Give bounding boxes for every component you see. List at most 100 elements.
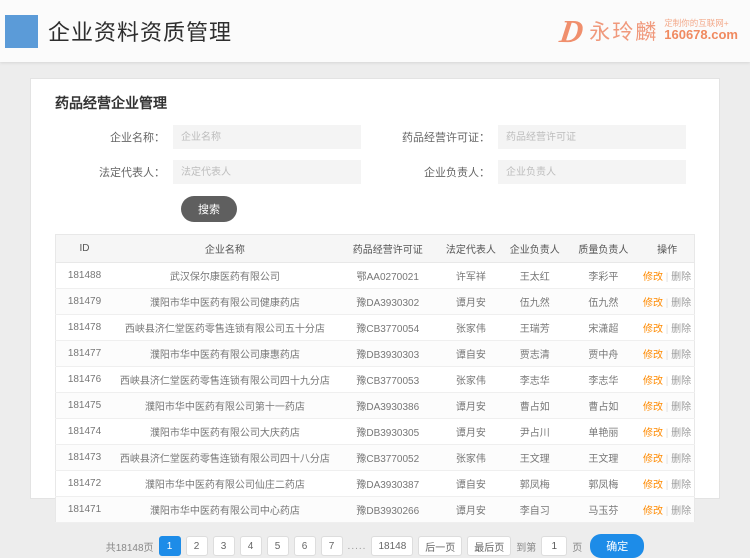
action-separator: | — [663, 298, 671, 309]
cell-quality: 宋潇超 — [567, 315, 640, 341]
cell-license: 豫DA3930302 — [337, 289, 439, 315]
edit-link[interactable]: 修改 — [643, 480, 663, 491]
field-license: 药品经营许可证： — [380, 125, 695, 149]
cell-name: 濮阳市华中医药有限公司大庆药店 — [113, 419, 337, 445]
cell-license: 豫DA3930387 — [337, 471, 439, 497]
column-header-4: 企业负责人 — [503, 235, 567, 263]
cell-id: 181477 — [56, 341, 114, 367]
page-button-1[interactable]: 1 — [159, 536, 181, 556]
delete-link[interactable]: 删除 — [671, 376, 691, 387]
cell-name: 濮阳市华中医药有限公司第十一药店 — [113, 393, 337, 419]
column-header-2: 药品经营许可证 — [337, 235, 439, 263]
delete-link[interactable]: 删除 — [671, 506, 691, 517]
delete-link[interactable]: 删除 — [671, 324, 691, 335]
page-button-3[interactable]: 3 — [213, 536, 235, 556]
brand-logo-icon: D — [558, 15, 586, 47]
goto-page-input[interactable] — [541, 536, 567, 556]
panel-title: 药品经营企业管理 — [55, 93, 695, 113]
manager-label: 企业负责人： — [380, 164, 498, 180]
cell-actions: 修改 | 删除 — [640, 263, 694, 289]
column-header-0: ID — [56, 235, 114, 263]
cell-legal_rep: 谭自安 — [439, 341, 503, 367]
cell-actions: 修改 | 删除 — [640, 341, 694, 367]
cell-manager: 曹占如 — [503, 393, 567, 419]
edit-link[interactable]: 修改 — [643, 454, 663, 465]
page-button-last-number[interactable]: 18148 — [371, 536, 413, 556]
cell-manager: 尹占川 — [503, 419, 567, 445]
cell-name: 濮阳市华中医药有限公司仙庄二药店 — [113, 471, 337, 497]
cell-quality: 王文理 — [567, 445, 640, 471]
cell-name: 西峡县济仁堂医药零售连锁有限公司五十分店 — [113, 315, 337, 341]
cell-legal_rep: 张家伟 — [439, 367, 503, 393]
table-row: 181475濮阳市华中医药有限公司第十一药店豫DA3930386谭月安曹占如曹占… — [56, 393, 695, 419]
legal-rep-label: 法定代表人： — [55, 164, 173, 180]
cell-license: 豫CB3770053 — [337, 367, 439, 393]
column-header-6: 操作 — [640, 235, 694, 263]
edit-link[interactable]: 修改 — [643, 324, 663, 335]
edit-link[interactable]: 修改 — [643, 350, 663, 361]
page-header: 企业资料资质管理 D 永玲麟 定制你的互联网+ 160678.com — [0, 0, 750, 62]
table-row: 181479濮阳市华中医药有限公司健康药店豫DA3930302谭月安伍九然伍九然… — [56, 289, 695, 315]
edit-link[interactable]: 修改 — [643, 506, 663, 517]
edit-link[interactable]: 修改 — [643, 402, 663, 413]
edit-link[interactable]: 修改 — [643, 272, 663, 283]
cell-legal_rep: 张家伟 — [439, 445, 503, 471]
action-separator: | — [663, 272, 671, 283]
cell-legal_rep: 许军祥 — [439, 263, 503, 289]
license-input[interactable] — [498, 125, 686, 149]
pagination: 共18148页 1234567 ..... 18148 后一页 最后页 到第 页… — [55, 534, 695, 558]
page-button-6[interactable]: 6 — [294, 536, 316, 556]
manager-input[interactable] — [498, 160, 686, 184]
delete-link[interactable]: 删除 — [671, 480, 691, 491]
page-button-7[interactable]: 7 — [321, 536, 343, 556]
cell-quality: 单艳丽 — [567, 419, 640, 445]
edit-link[interactable]: 修改 — [643, 298, 663, 309]
brand-name: 永玲麟 — [589, 16, 658, 46]
action-separator: | — [663, 350, 671, 361]
edit-link[interactable]: 修改 — [643, 376, 663, 387]
cell-quality: 郭凤梅 — [567, 471, 640, 497]
cell-name: 濮阳市华中医药有限公司中心药店 — [113, 497, 337, 523]
action-separator: | — [663, 376, 671, 387]
delete-link[interactable]: 删除 — [671, 428, 691, 439]
table-row: 181471濮阳市华中医药有限公司中心药店豫DB3930266谭月安李自习马玉芬… — [56, 497, 695, 523]
cell-id: 181474 — [56, 419, 114, 445]
delete-link[interactable]: 删除 — [671, 272, 691, 283]
page-button-4[interactable]: 4 — [240, 536, 262, 556]
edit-link[interactable]: 修改 — [643, 428, 663, 439]
next-page-button[interactable]: 后一页 — [418, 536, 462, 556]
cell-license: 豫DB3930266 — [337, 497, 439, 523]
table-row: 181476西峡县济仁堂医药零售连锁有限公司四十九分店豫CB3770053张家伟… — [56, 367, 695, 393]
cell-name: 濮阳市华中医药有限公司健康药店 — [113, 289, 337, 315]
action-separator: | — [663, 480, 671, 491]
confirm-button[interactable]: 确定 — [590, 534, 644, 558]
cell-id: 181478 — [56, 315, 114, 341]
search-button[interactable]: 搜索 — [181, 196, 237, 222]
cell-manager: 贾志清 — [503, 341, 567, 367]
cell-name: 濮阳市华中医药有限公司康惠药店 — [113, 341, 337, 367]
page-title: 企业资料资质管理 — [48, 15, 232, 47]
last-page-button[interactable]: 最后页 — [467, 536, 511, 556]
company-name-label: 企业名称： — [55, 129, 173, 145]
cell-id: 181471 — [56, 497, 114, 523]
field-company-name: 企业名称： — [55, 125, 370, 149]
cell-id: 181476 — [56, 367, 114, 393]
company-name-input[interactable] — [173, 125, 361, 149]
cell-manager: 李志华 — [503, 367, 567, 393]
page-button-2[interactable]: 2 — [186, 536, 208, 556]
delete-link[interactable]: 删除 — [671, 402, 691, 413]
cell-id: 181475 — [56, 393, 114, 419]
cell-actions: 修改 | 删除 — [640, 471, 694, 497]
cell-name: 西峡县济仁堂医药零售连锁有限公司四十八分店 — [113, 445, 337, 471]
delete-link[interactable]: 删除 — [671, 350, 691, 361]
cell-manager: 郭凤梅 — [503, 471, 567, 497]
legal-rep-input[interactable] — [173, 160, 361, 184]
cell-actions: 修改 | 删除 — [640, 419, 694, 445]
delete-link[interactable]: 删除 — [671, 298, 691, 309]
cell-legal_rep: 张家伟 — [439, 315, 503, 341]
column-header-3: 法定代表人 — [439, 235, 503, 263]
delete-link[interactable]: 删除 — [671, 454, 691, 465]
cell-license: 豫DB3930305 — [337, 419, 439, 445]
page-button-5[interactable]: 5 — [267, 536, 289, 556]
field-manager: 企业负责人： — [380, 160, 695, 184]
